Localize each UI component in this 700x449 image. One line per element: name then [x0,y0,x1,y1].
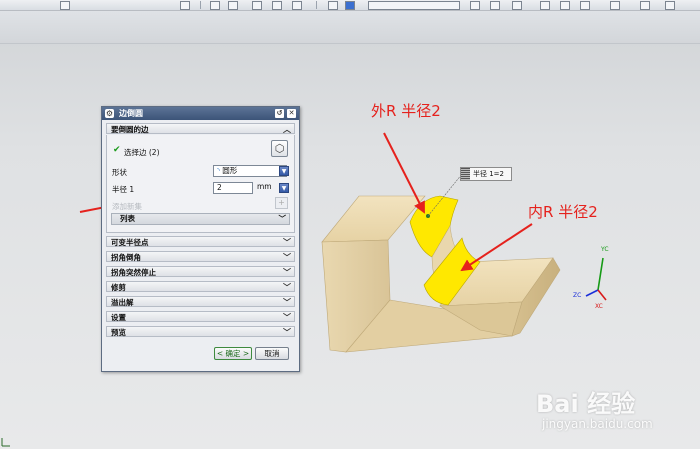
section-preview-label: 预览 [111,328,126,337]
section-variable-radius[interactable]: 可变半径点 ﹀ [106,236,295,247]
chevron-down-icon[interactable]: ﹀ [279,214,287,224]
chevron-down-icon[interactable]: ﹀ [283,297,291,308]
chevron-down-icon[interactable]: ﹀ [283,327,291,338]
shape-dropdown-icon[interactable]: ▼ [279,166,289,176]
list-header[interactable]: 列表 ﹀ [111,213,290,225]
dialog-title: 边倒圆 [119,109,143,118]
drag-handle-icon[interactable] [461,168,470,180]
chevron-down-icon[interactable]: ﹀ [283,312,291,323]
section-preview[interactable]: 预览 ﹀ [106,326,295,337]
shape-label: 形状 [112,168,127,177]
section-settings[interactable]: 设置 ﹀ [106,311,295,322]
section-stop-short-label: 拐角突然停止 [111,268,156,277]
section-overflow-label: 溢出解 [111,298,134,307]
radius-tooltip[interactable]: 半径 1=2 [460,167,512,181]
ok-button[interactable]: < 确定 > [214,347,252,360]
section-overflow[interactable]: 溢出解 ﹀ [106,296,295,307]
axis-label-y: YC [601,246,609,253]
radius-label: 半径 1 [112,185,135,194]
reset-icon[interactable]: ↺ [275,109,284,118]
select-edge-cube-icon[interactable]: ⬡ [271,140,288,157]
radius-unit[interactable]: mm [254,182,280,194]
watermark-url: jingyan.baidu.com [542,417,653,431]
close-icon[interactable]: ✕ [287,109,296,118]
dialog-titlebar[interactable]: ⚙ 边倒圆 ↺ ✕ [102,107,299,120]
section-edges-label: 要倒圆的边 [111,125,149,134]
radius-dropdown-icon[interactable]: ▼ [279,183,289,193]
section-trim[interactable]: 修剪 ﹀ [106,281,295,292]
list-label: 列表 [120,214,135,223]
outer-radius-annotation: 外R 半径2 [371,102,441,120]
axis-label-x: XC [595,303,603,310]
chevron-down-icon[interactable]: ﹀ [283,267,291,278]
radius-tooltip-text: 半径 1=2 [473,170,504,178]
chevron-down-icon[interactable]: ﹀ [283,237,291,248]
section-trim-label: 修剪 [111,283,126,292]
part-model[interactable] [321,173,561,353]
chevron-down-icon[interactable]: ﹀ [283,252,291,263]
arc-icon: ◝ [217,166,220,175]
section-corner-setback[interactable]: 拐角倒角 ﹀ [106,251,295,262]
section-settings-label: 设置 [111,313,126,322]
chevron-down-icon[interactable]: ﹀ [283,282,291,293]
chevron-up-icon[interactable]: ︿ [283,124,291,135]
section-edges-header[interactable]: 要倒圆的边 ︿ [106,123,295,134]
section-edges-body: ✔ 选择边 (2) ⬡ 形状 ◝ 圆形 ▼ 半径 1 2 mm ▼ 添加新集 +… [106,135,295,233]
triad-axes [585,257,607,301]
watermark-logo: Bai 经验 [536,390,636,418]
add-new-set-label: 添加新集 [112,202,142,211]
inner-radius-annotation: 内R 半径2 [528,203,598,221]
checkmark-icon: ✔ [113,145,121,155]
gear-icon[interactable]: ⚙ [105,109,114,118]
section-corner-setback-label: 拐角倒角 [111,253,141,262]
edge-blend-dialog: ⚙ 边倒圆 ↺ ✕ 要倒圆的边 ︿ ✔ 选择边 (2) ⬡ 形状 ◝ 圆形 ▼ … [101,106,300,372]
add-set-icon[interactable]: + [275,197,288,209]
shape-select-value: 圆形 [222,166,238,175]
radius-input[interactable]: 2 [213,182,253,194]
section-variable-radius-label: 可变半径点 [111,238,149,247]
shape-select[interactable]: ◝ 圆形 [213,165,287,177]
cancel-button[interactable]: 取消 [255,347,289,360]
section-stop-short[interactable]: 拐角突然停止 ﹀ [106,266,295,277]
axis-label-z: ZC [573,292,582,299]
select-edge-label[interactable]: 选择边 (2) [124,147,160,158]
